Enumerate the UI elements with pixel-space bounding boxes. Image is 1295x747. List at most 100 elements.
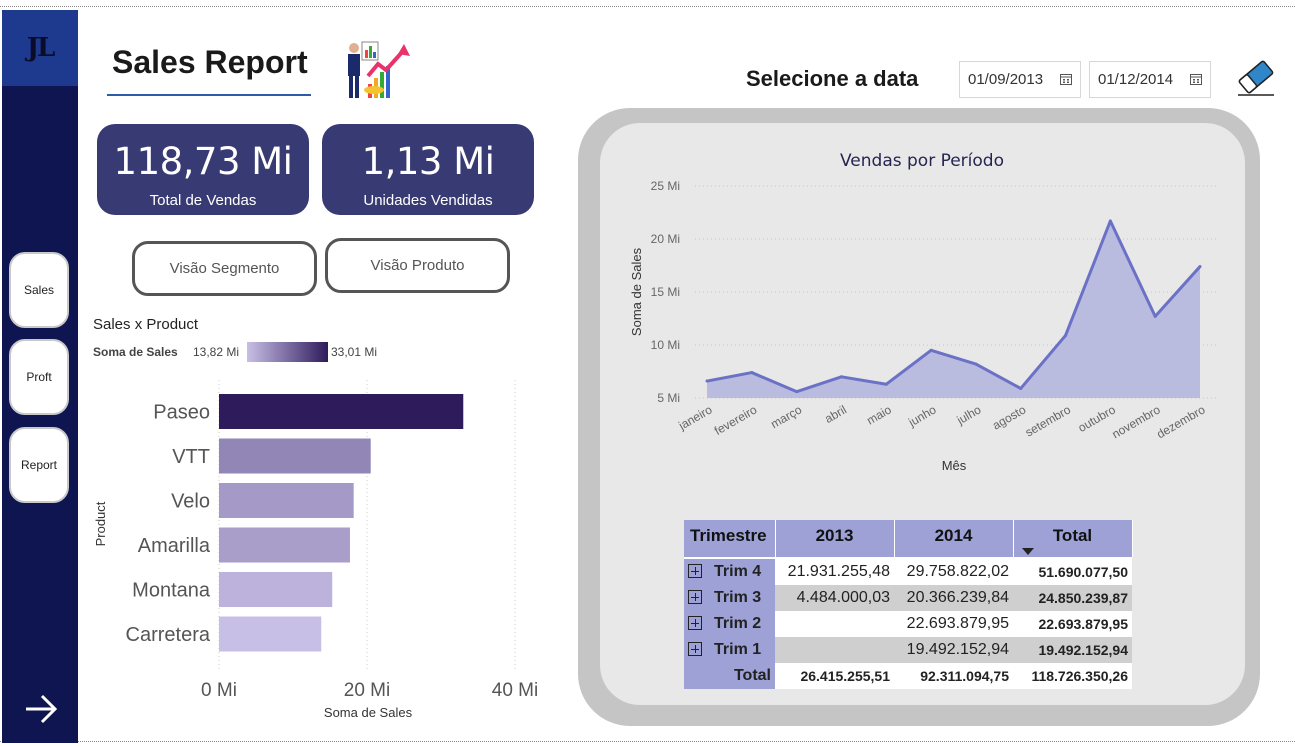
table-row: Trim 4 21.931.255,48 29.758.822,02 51.69… <box>684 559 1132 585</box>
x-tick-label: maio <box>864 402 894 427</box>
table-row: Trim 3 4.484.000,03 20.366.239,84 24.850… <box>684 585 1132 611</box>
row-label: Trim 4 <box>714 563 762 580</box>
table-total-row: Total 26.415.255,51 92.311.094,75 118.72… <box>684 663 1132 689</box>
sidebar: JL Sales Proft Report <box>2 10 78 743</box>
x-axis-title: Soma de Sales <box>324 705 413 720</box>
expand-icon[interactable] <box>688 616 702 630</box>
calendar-icon[interactable] <box>1190 73 1202 85</box>
quarter-matrix-table: Trimestre 2013 2014 Total Trim 4 21.931.… <box>684 520 1133 689</box>
line-chart-title: Vendas por Período <box>840 151 1004 171</box>
x-tick-label: julho <box>954 402 984 427</box>
data-point <box>929 348 933 352</box>
sort-descending-icon[interactable] <box>1021 548 1034 555</box>
data-point <box>750 371 754 375</box>
kpi-units-sold-card: 1,13 Mi Unidades Vendidas <box>322 124 534 215</box>
kpi-total-sales-value: 118,73 Mi <box>113 140 293 183</box>
start-date-value: 01/09/2013 <box>968 71 1044 88</box>
x-tick-label: abril <box>822 402 849 425</box>
x-tick-label: junho <box>905 402 939 429</box>
x-tick-label: fevereiro <box>712 402 760 438</box>
arrow-right-icon[interactable] <box>24 692 58 726</box>
matrix-header-2013[interactable]: 2013 <box>775 520 895 557</box>
end-date-input[interactable]: 01/12/2014 <box>1089 61 1211 98</box>
table-row: Trim 2 22.693.879,95 22.693.879,95 <box>684 611 1132 637</box>
row-label: Trim 2 <box>714 615 762 632</box>
y-axis-title: Product <box>93 501 108 546</box>
expand-icon[interactable] <box>688 590 702 604</box>
category-label: VTT <box>172 446 210 468</box>
nav-report-button[interactable]: Report <box>9 427 69 503</box>
data-point <box>705 379 709 383</box>
matrix-row-header[interactable]: Trim 2 <box>684 611 775 637</box>
nav-sales-button[interactable]: Sales <box>9 252 69 328</box>
segment-view-button[interactable]: Visão Segmento <box>132 241 317 296</box>
top-border <box>0 6 1295 7</box>
category-label: Montana <box>132 580 211 602</box>
cell-2014: 92.311.094,75 <box>894 663 1013 689</box>
bottom-border <box>0 741 1295 742</box>
x-tick-label: 40 Mi <box>492 680 538 701</box>
start-date-input[interactable]: 01/09/2013 <box>959 61 1081 98</box>
y-tick-label: 20 Mi <box>651 232 680 246</box>
sales-by-product-chart: 0 Mi 20 Mi 40 Mi Paseo VTT Velo Amarilla Montan… <box>93 380 538 720</box>
bar-legend-max: 33,01 Mi <box>331 345 378 359</box>
y-axis-title: Soma de Sales <box>629 247 644 336</box>
category-label: Velo <box>171 491 210 513</box>
category-label: Amarilla <box>138 535 211 557</box>
expand-icon[interactable] <box>688 564 702 578</box>
x-axis-title: Mês <box>942 458 967 473</box>
bar <box>219 483 354 518</box>
cell-2013 <box>775 611 894 637</box>
matrix-header-total[interactable]: Total <box>1013 520 1133 557</box>
businessman-chart-icon <box>348 41 410 98</box>
matrix-header-quarter[interactable]: Trimestre <box>684 520 776 557</box>
matrix-row-header[interactable]: Trim 4 <box>684 559 775 585</box>
bar <box>219 527 350 563</box>
cell-total: 24.850.239,87 <box>1013 585 1132 611</box>
data-point <box>1019 386 1023 390</box>
y-tick-label: 15 Mi <box>651 285 680 299</box>
cell-2013 <box>775 637 894 663</box>
cell-2013: 4.484.000,03 <box>775 585 894 611</box>
calendar-icon[interactable] <box>1060 73 1072 85</box>
bar <box>219 438 371 474</box>
data-point <box>974 362 978 366</box>
matrix-row-header[interactable]: Trim 1 <box>684 637 775 663</box>
cell-total: 118.726.350,26 <box>1013 663 1132 689</box>
y-tick-label: 25 Mi <box>651 179 680 193</box>
x-tick-label: 20 Mi <box>344 680 390 701</box>
logo-text: JL <box>26 33 56 63</box>
product-view-button[interactable]: Visão Produto <box>325 238 510 293</box>
sales-by-period-chart: Vendas por Período 5 Mi 10 Mi 15 Mi 20 Mi 25 … <box>629 151 1218 473</box>
data-point <box>1064 333 1068 337</box>
cell-2014: 29.758.822,02 <box>894 559 1013 585</box>
data-point <box>839 375 843 379</box>
cell-2014: 20.366.239,84 <box>894 585 1013 611</box>
category-label: Carretera <box>126 624 211 646</box>
data-point <box>1198 265 1202 269</box>
kpi-total-sales-card: 118,73 Mi Total de Vendas <box>97 124 309 215</box>
date-filter-label: Selecione a data <box>746 66 919 91</box>
data-point <box>795 390 799 394</box>
cell-total: 22.693.879,95 <box>1013 611 1132 637</box>
matrix-row-header[interactable]: Trim 3 <box>684 585 775 611</box>
matrix-header-total-label: Total <box>1052 526 1093 545</box>
category-label: Paseo <box>153 402 210 424</box>
eraser-icon[interactable] <box>1234 55 1278 99</box>
x-tick-label: março <box>768 402 804 431</box>
total-row-label: Total <box>684 663 775 689</box>
x-tick-label: novembro <box>1109 402 1162 441</box>
matrix-header-2014[interactable]: 2014 <box>894 520 1014 557</box>
expand-icon[interactable] <box>688 642 702 656</box>
data-point <box>1153 314 1157 318</box>
data-point <box>1108 219 1112 223</box>
row-label: Trim 1 <box>714 641 762 658</box>
cell-2013: 21.931.255,48 <box>775 559 894 585</box>
nav-proft-button[interactable]: Proft <box>9 339 69 415</box>
row-label: Trim 3 <box>714 589 762 606</box>
cell-2014: 22.693.879,95 <box>894 611 1013 637</box>
table-row: Trim 1 19.492.152,94 19.492.152,94 <box>684 637 1132 663</box>
bar <box>219 616 322 652</box>
cell-total: 51.690.077,50 <box>1013 559 1132 585</box>
kpi-total-sales-label: Total de Vendas <box>149 192 257 209</box>
